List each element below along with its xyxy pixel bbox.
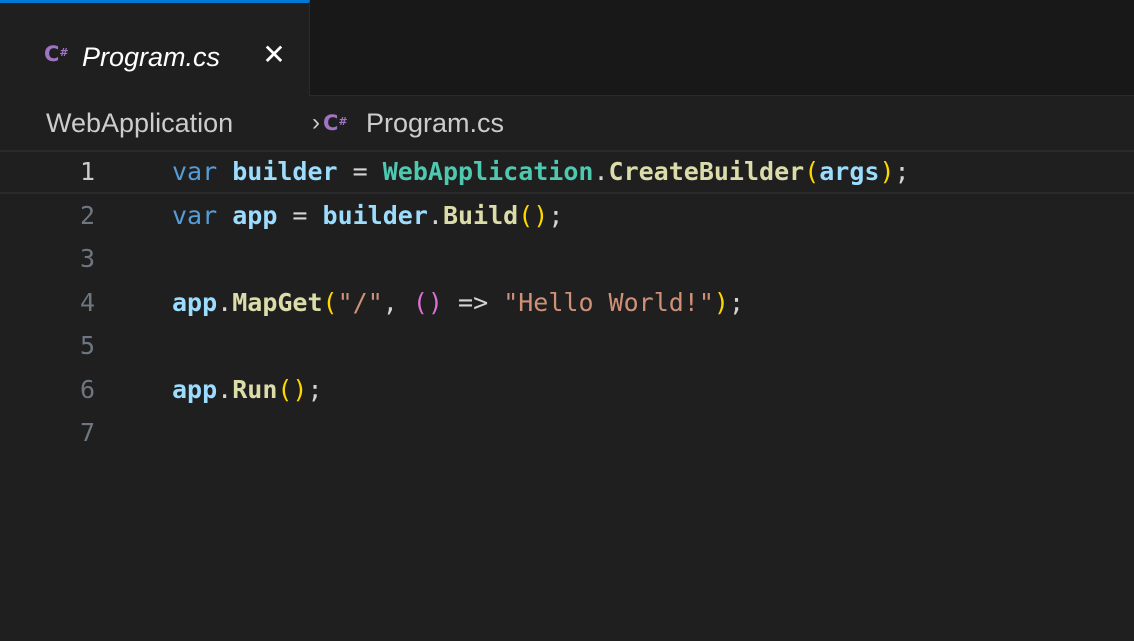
code-token: =	[277, 201, 323, 230]
code-token: "/"	[337, 288, 383, 317]
code-token: "Hello World!"	[503, 288, 714, 317]
code-text: app.MapGet("/", () => "Hello World!");	[172, 281, 744, 325]
code-token: var	[172, 157, 218, 186]
code-token: ;	[728, 288, 745, 317]
code-token: Build	[442, 201, 519, 230]
code-token: ()	[412, 288, 443, 317]
csharp-file-icon: C#	[323, 103, 348, 143]
code-token: ()	[277, 375, 308, 404]
code-line[interactable]: 6 app.Run();	[0, 368, 1134, 412]
code-text: app.Run();	[172, 368, 323, 412]
code-token: .	[217, 375, 233, 404]
line-number: 1	[80, 157, 96, 186]
code-token: )	[879, 157, 895, 186]
code-line[interactable]: 2 var app = builder.Build();	[0, 194, 1134, 238]
code-token: app	[172, 288, 218, 317]
code-line[interactable]: 7	[0, 411, 1134, 455]
csharp-file-icon-letter: C	[323, 111, 339, 135]
code-line[interactable]: 5	[0, 324, 1134, 368]
editor-window: C# Program.cs ✕ WebApplication › C# Prog…	[0, 0, 1134, 641]
code-token: WebApplication	[382, 157, 594, 186]
code-token: )	[713, 288, 729, 317]
breadcrumb-folder[interactable]: WebApplication	[46, 103, 233, 143]
code-token: Run	[232, 375, 278, 404]
tab-label: Program.cs	[82, 42, 221, 72]
line-number: 3	[80, 244, 96, 273]
csharp-file-icon-letter: C	[44, 42, 60, 66]
code-token: MapGet	[232, 288, 323, 317]
code-token: ;	[307, 375, 323, 404]
chevron-right-icon: ›	[312, 109, 320, 136]
line-number: 6	[80, 375, 96, 404]
code-token: .	[217, 288, 233, 317]
line-number: 7	[80, 418, 96, 447]
code-token: var	[172, 201, 218, 230]
line-number: 2	[80, 201, 96, 230]
close-icon[interactable]: ✕	[256, 37, 292, 73]
csharp-file-icon-hash: #	[338, 115, 348, 128]
code-token: ;	[894, 157, 910, 186]
code-token: args	[819, 157, 880, 186]
code-token: ;	[548, 201, 564, 230]
code-token: ()	[518, 201, 549, 230]
line-number: 4	[80, 288, 96, 317]
breadcrumb-file[interactable]: Program.cs	[366, 103, 504, 143]
code-token: .	[427, 201, 443, 230]
code-editor[interactable]: 1 var builder = WebApplication.CreateBuil…	[0, 150, 1134, 641]
code-token: CreateBuilder	[608, 157, 805, 186]
code-token: =>	[442, 288, 504, 317]
code-token: (	[322, 288, 338, 317]
csharp-file-icon: C#	[44, 41, 69, 67]
code-token: .	[593, 157, 609, 186]
code-token: builder	[232, 157, 338, 186]
line-number: 5	[80, 331, 96, 360]
code-text: var builder = WebApplication.CreateBuild…	[172, 152, 910, 192]
code-token: (	[804, 157, 820, 186]
csharp-file-icon-hash: #	[59, 46, 69, 59]
code-token: =	[337, 157, 383, 186]
code-text: var app = builder.Build();	[172, 194, 563, 238]
code-token: app	[232, 201, 278, 230]
code-line[interactable]: 3	[0, 237, 1134, 281]
code-line[interactable]: 1 var builder = WebApplication.CreateBuil…	[0, 150, 1134, 194]
tab-program-cs[interactable]: C# Program.cs ✕	[0, 0, 310, 96]
code-line[interactable]: 4 app.MapGet("/", () => "Hello World!");	[0, 281, 1134, 325]
code-token: builder	[322, 201, 428, 230]
code-token: app	[172, 375, 218, 404]
code-token: ,	[382, 288, 413, 317]
tab-bar: C# Program.cs ✕	[0, 0, 1134, 96]
